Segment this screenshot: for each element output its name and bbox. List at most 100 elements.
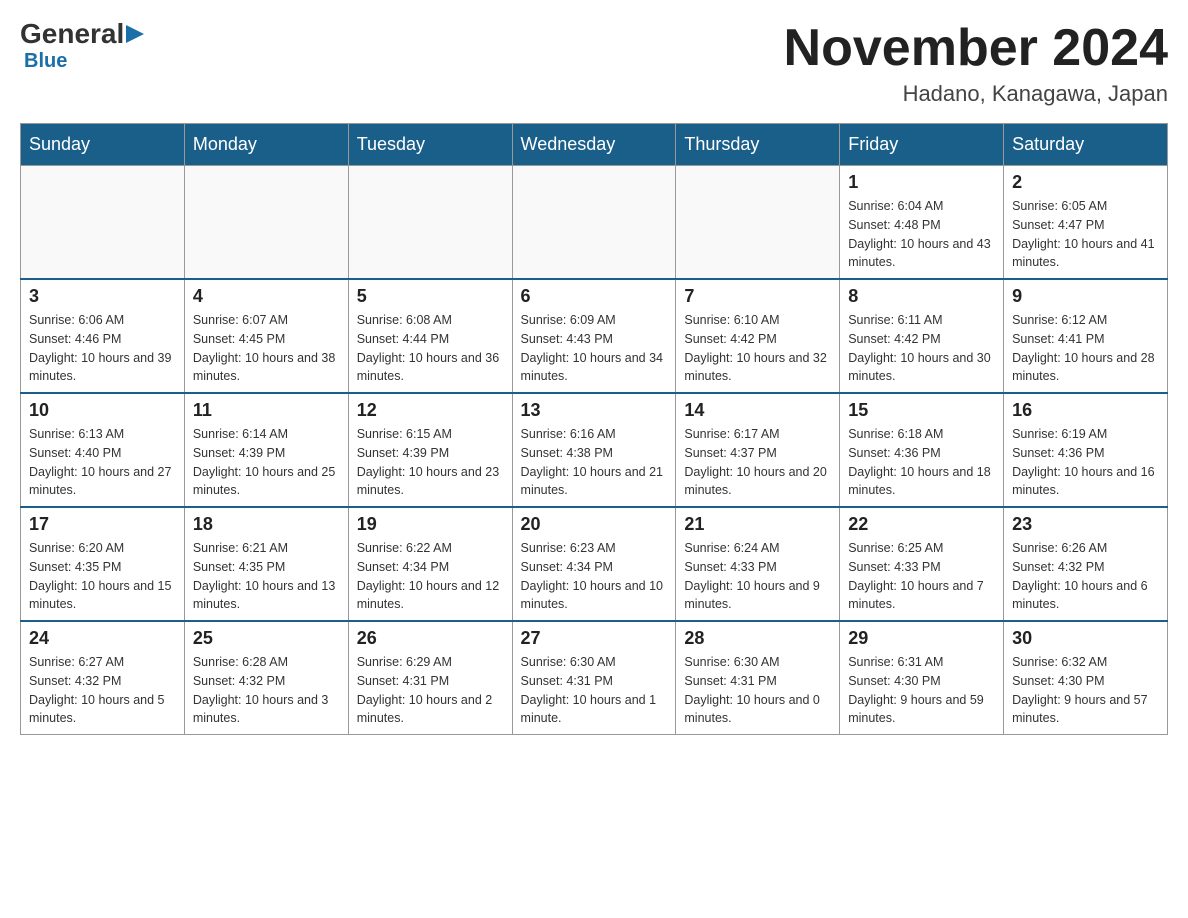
location-title: Hadano, Kanagawa, Japan xyxy=(784,81,1168,107)
day-info: Sunrise: 6:14 AMSunset: 4:39 PMDaylight:… xyxy=(193,425,340,500)
day-info: Sunrise: 6:05 AMSunset: 4:47 PMDaylight:… xyxy=(1012,197,1159,272)
day-of-week-header: Wednesday xyxy=(512,124,676,166)
day-info: Sunrise: 6:27 AMSunset: 4:32 PMDaylight:… xyxy=(29,653,176,728)
day-info: Sunrise: 6:30 AMSunset: 4:31 PMDaylight:… xyxy=(521,653,668,728)
day-of-week-header: Thursday xyxy=(676,124,840,166)
calendar-week-row: 10 Sunrise: 6:13 AMSunset: 4:40 PMDayligh… xyxy=(21,393,1168,507)
day-number: 21 xyxy=(684,514,831,535)
day-info: Sunrise: 6:06 AMSunset: 4:46 PMDaylight:… xyxy=(29,311,176,386)
day-of-week-header: Sunday xyxy=(21,124,185,166)
calendar-cell: 30 Sunrise: 6:32 AMSunset: 4:30 PMDayligh… xyxy=(1004,621,1168,735)
day-info: Sunrise: 6:08 AMSunset: 4:44 PMDaylight:… xyxy=(357,311,504,386)
day-number: 10 xyxy=(29,400,176,421)
day-info: Sunrise: 6:31 AMSunset: 4:30 PMDaylight:… xyxy=(848,653,995,728)
day-info: Sunrise: 6:24 AMSunset: 4:33 PMDaylight:… xyxy=(684,539,831,614)
calendar-table: SundayMondayTuesdayWednesdayThursdayFrid… xyxy=(20,123,1168,735)
day-info: Sunrise: 6:25 AMSunset: 4:33 PMDaylight:… xyxy=(848,539,995,614)
calendar-cell: 16 Sunrise: 6:19 AMSunset: 4:36 PMDayligh… xyxy=(1004,393,1168,507)
page-header: General Blue November 2024 Hadano, Kanag… xyxy=(20,20,1168,107)
day-info: Sunrise: 6:12 AMSunset: 4:41 PMDaylight:… xyxy=(1012,311,1159,386)
day-number: 19 xyxy=(357,514,504,535)
day-number: 4 xyxy=(193,286,340,307)
day-number: 25 xyxy=(193,628,340,649)
day-number: 3 xyxy=(29,286,176,307)
day-info: Sunrise: 6:30 AMSunset: 4:31 PMDaylight:… xyxy=(684,653,831,728)
day-number: 9 xyxy=(1012,286,1159,307)
calendar-header-row: SundayMondayTuesdayWednesdayThursdayFrid… xyxy=(21,124,1168,166)
day-of-week-header: Tuesday xyxy=(348,124,512,166)
calendar-cell: 13Sunrise: 6:16 AMSunset: 4:38 PMDayligh… xyxy=(512,393,676,507)
day-info: Sunrise: 6:32 AMSunset: 4:30 PMDaylight:… xyxy=(1012,653,1159,728)
day-info: Sunrise: 6:19 AMSunset: 4:36 PMDaylight:… xyxy=(1012,425,1159,500)
day-number: 6 xyxy=(521,286,668,307)
day-info: Sunrise: 6:04 AMSunset: 4:48 PMDaylight:… xyxy=(848,197,995,272)
calendar-cell: 2Sunrise: 6:05 AMSunset: 4:47 PMDaylight… xyxy=(1004,166,1168,280)
calendar-cell: 29 Sunrise: 6:31 AMSunset: 4:30 PMDayligh… xyxy=(840,621,1004,735)
calendar-cell: 25Sunrise: 6:28 AMSunset: 4:32 PMDayligh… xyxy=(184,621,348,735)
calendar-week-row: 3 Sunrise: 6:06 AMSunset: 4:46 PMDaylight… xyxy=(21,279,1168,393)
day-info: Sunrise: 6:23 AMSunset: 4:34 PMDaylight:… xyxy=(521,539,668,614)
calendar-cell: 24 Sunrise: 6:27 AMSunset: 4:32 PMDayligh… xyxy=(21,621,185,735)
calendar-cell xyxy=(512,166,676,280)
calendar-cell: 10 Sunrise: 6:13 AMSunset: 4:40 PMDayligh… xyxy=(21,393,185,507)
calendar-cell: 27 Sunrise: 6:30 AMSunset: 4:31 PMDayligh… xyxy=(512,621,676,735)
title-section: November 2024 Hadano, Kanagawa, Japan xyxy=(784,20,1168,107)
day-number: 16 xyxy=(1012,400,1159,421)
day-number: 17 xyxy=(29,514,176,535)
calendar-cell xyxy=(184,166,348,280)
day-number: 12 xyxy=(357,400,504,421)
calendar-cell: 3 Sunrise: 6:06 AMSunset: 4:46 PMDaylight… xyxy=(21,279,185,393)
calendar-cell: 4 Sunrise: 6:07 AMSunset: 4:45 PMDaylight… xyxy=(184,279,348,393)
calendar-cell: 5Sunrise: 6:08 AMSunset: 4:44 PMDaylight… xyxy=(348,279,512,393)
calendar-cell: 22 Sunrise: 6:25 AMSunset: 4:33 PMDayligh… xyxy=(840,507,1004,621)
day-number: 23 xyxy=(1012,514,1159,535)
calendar-cell: 7 Sunrise: 6:10 AMSunset: 4:42 PMDaylight… xyxy=(676,279,840,393)
day-number: 28 xyxy=(684,628,831,649)
day-number: 22 xyxy=(848,514,995,535)
month-title: November 2024 xyxy=(784,20,1168,77)
day-of-week-header: Friday xyxy=(840,124,1004,166)
day-info: Sunrise: 6:13 AMSunset: 4:40 PMDaylight:… xyxy=(29,425,176,500)
calendar-cell: 20 Sunrise: 6:23 AMSunset: 4:34 PMDayligh… xyxy=(512,507,676,621)
day-of-week-header: Monday xyxy=(184,124,348,166)
day-number: 18 xyxy=(193,514,340,535)
day-of-week-header: Saturday xyxy=(1004,124,1168,166)
day-info: Sunrise: 6:22 AMSunset: 4:34 PMDaylight:… xyxy=(357,539,504,614)
calendar-week-row: 17Sunrise: 6:20 AMSunset: 4:35 PMDayligh… xyxy=(21,507,1168,621)
day-info: Sunrise: 6:21 AMSunset: 4:35 PMDaylight:… xyxy=(193,539,340,614)
calendar-cell: 9 Sunrise: 6:12 AMSunset: 4:41 PMDaylight… xyxy=(1004,279,1168,393)
day-info: Sunrise: 6:15 AMSunset: 4:39 PMDaylight:… xyxy=(357,425,504,500)
day-info: Sunrise: 6:16 AMSunset: 4:38 PMDaylight:… xyxy=(521,425,668,500)
calendar-cell: 26 Sunrise: 6:29 AMSunset: 4:31 PMDayligh… xyxy=(348,621,512,735)
day-number: 24 xyxy=(29,628,176,649)
logo-general: General xyxy=(20,20,124,48)
day-info: Sunrise: 6:10 AMSunset: 4:42 PMDaylight:… xyxy=(684,311,831,386)
logo-triangle-icon xyxy=(126,23,146,45)
day-info: Sunrise: 6:17 AMSunset: 4:37 PMDaylight:… xyxy=(684,425,831,500)
calendar-cell: 12 Sunrise: 6:15 AMSunset: 4:39 PMDayligh… xyxy=(348,393,512,507)
day-number: 11 xyxy=(193,400,340,421)
day-number: 20 xyxy=(521,514,668,535)
day-number: 27 xyxy=(521,628,668,649)
calendar-cell: 11 Sunrise: 6:14 AMSunset: 4:39 PMDayligh… xyxy=(184,393,348,507)
calendar-cell: 19 Sunrise: 6:22 AMSunset: 4:34 PMDayligh… xyxy=(348,507,512,621)
calendar-cell: 21 Sunrise: 6:24 AMSunset: 4:33 PMDayligh… xyxy=(676,507,840,621)
calendar-week-row: 1Sunrise: 6:04 AMSunset: 4:48 PMDaylight… xyxy=(21,166,1168,280)
calendar-cell: 23Sunrise: 6:26 AMSunset: 4:32 PMDayligh… xyxy=(1004,507,1168,621)
calendar-cell: 8 Sunrise: 6:11 AMSunset: 4:42 PMDaylight… xyxy=(840,279,1004,393)
day-info: Sunrise: 6:29 AMSunset: 4:31 PMDaylight:… xyxy=(357,653,504,728)
day-number: 7 xyxy=(684,286,831,307)
day-number: 8 xyxy=(848,286,995,307)
day-number: 30 xyxy=(1012,628,1159,649)
day-info: Sunrise: 6:07 AMSunset: 4:45 PMDaylight:… xyxy=(193,311,340,386)
day-number: 29 xyxy=(848,628,995,649)
day-number: 15 xyxy=(848,400,995,421)
day-info: Sunrise: 6:11 AMSunset: 4:42 PMDaylight:… xyxy=(848,311,995,386)
day-info: Sunrise: 6:18 AMSunset: 4:36 PMDaylight:… xyxy=(848,425,995,500)
calendar-cell: 14Sunrise: 6:17 AMSunset: 4:37 PMDayligh… xyxy=(676,393,840,507)
day-number: 26 xyxy=(357,628,504,649)
calendar-cell xyxy=(348,166,512,280)
calendar-cell: 18 Sunrise: 6:21 AMSunset: 4:35 PMDayligh… xyxy=(184,507,348,621)
logo: General Blue xyxy=(20,20,146,73)
day-info: Sunrise: 6:09 AMSunset: 4:43 PMDaylight:… xyxy=(521,311,668,386)
